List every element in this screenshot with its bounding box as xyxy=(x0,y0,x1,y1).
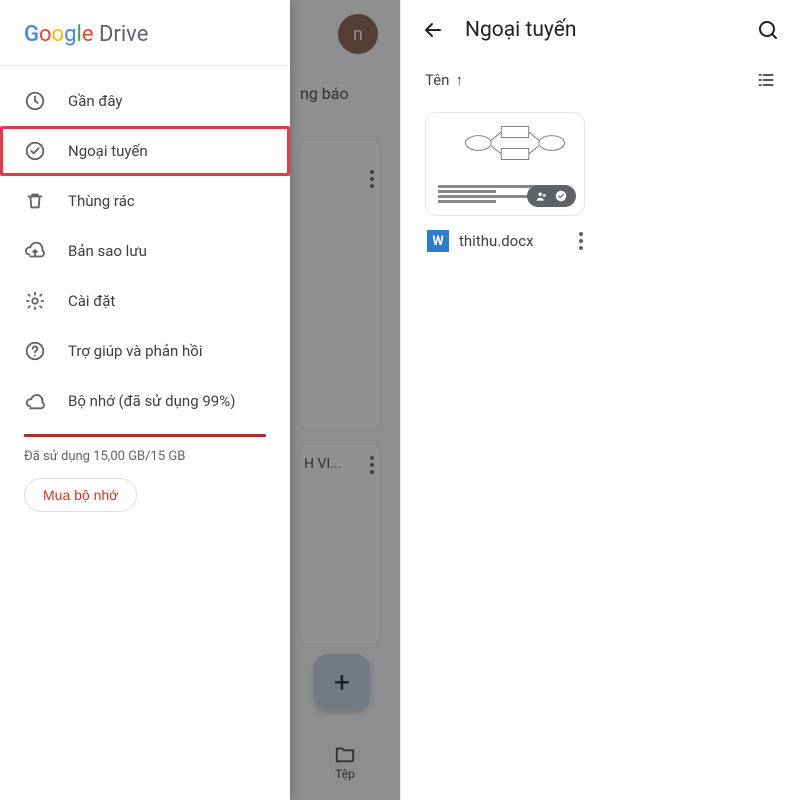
storage-bar xyxy=(24,434,266,437)
file-grid: W thithu.docx xyxy=(401,104,800,260)
background-file-label: H VI... xyxy=(304,456,341,472)
drawer-item-label: Gần đây xyxy=(68,92,123,110)
clock-icon xyxy=(24,90,46,112)
drawer-item-label: Thùng rác xyxy=(68,192,135,210)
partial-label-notifications: ng báo xyxy=(300,84,349,103)
folder-icon xyxy=(334,743,356,765)
navigation-drawer: Google Drive Gần đây Ngoại tuyến Thùng r… xyxy=(0,0,290,800)
file-thumbnail xyxy=(425,112,585,216)
more-icon[interactable] xyxy=(370,456,374,474)
fab-add-button[interactable]: + xyxy=(314,654,370,710)
back-icon[interactable] xyxy=(421,18,445,42)
offline-check-icon xyxy=(554,189,568,203)
background-file-card[interactable] xyxy=(300,444,380,644)
app-bar: Ngoại tuyến xyxy=(401,0,800,60)
drawer-item-label: Trợ giúp và phản hồi xyxy=(68,342,202,360)
drawer-item-offline[interactable]: Ngoại tuyến xyxy=(0,126,290,176)
search-icon[interactable] xyxy=(756,18,780,42)
avatar[interactable]: n xyxy=(338,14,378,54)
gear-icon xyxy=(24,290,46,312)
more-icon[interactable] xyxy=(370,170,374,188)
drawer-item-trash[interactable]: Thùng rác xyxy=(0,176,290,226)
drawer-item-label: Ngoại tuyến xyxy=(68,142,148,160)
offline-icon xyxy=(24,140,46,162)
file-name: thithu.docx xyxy=(459,232,569,250)
shared-icon xyxy=(535,189,549,203)
bottom-nav-files[interactable]: Tệp xyxy=(300,734,390,790)
drawer-item-label: Bản sao lưu xyxy=(68,242,147,260)
sort-label: Tên xyxy=(425,71,449,89)
backup-icon xyxy=(24,240,46,262)
sort-row: Tên ↑ xyxy=(401,60,800,104)
buy-storage-button[interactable]: Mua bộ nhớ xyxy=(24,478,137,512)
offline-screen: Ngoại tuyến Tên ↑ xyxy=(400,0,800,800)
file-tile[interactable]: W thithu.docx xyxy=(425,112,585,252)
page-title: Ngoại tuyến xyxy=(465,18,736,42)
more-icon[interactable] xyxy=(579,232,583,250)
drawer-item-recent[interactable]: Gần đây xyxy=(0,76,290,126)
drawer-item-storage[interactable]: Bộ nhớ (đã sử dụng 99%) xyxy=(0,376,290,426)
help-icon xyxy=(24,340,46,362)
drawer-items: Gần đây Ngoại tuyến Thùng rác Bản sao lư… xyxy=(0,66,290,512)
drawer-item-settings[interactable]: Cài đặt xyxy=(0,276,290,326)
left-panel: n ng báo H VI... + Tệp Google Drive Gần … xyxy=(0,0,400,800)
drawer-item-backup[interactable]: Bản sao lưu xyxy=(0,226,290,276)
trash-icon xyxy=(24,190,46,212)
sort-direction: ↑ xyxy=(455,71,463,89)
storage-usage-text: Đã sử dụng 15,00 GB/15 GB xyxy=(0,449,290,478)
word-file-icon: W xyxy=(427,230,449,252)
cloud-icon xyxy=(24,390,46,412)
background-file-card[interactable] xyxy=(300,140,380,430)
diagram-icon xyxy=(460,123,570,163)
app-logo: Google Drive xyxy=(0,0,290,66)
drawer-item-label: Cài đặt xyxy=(68,292,115,310)
sort-button[interactable]: Tên ↑ xyxy=(425,71,463,89)
list-view-icon[interactable] xyxy=(756,70,776,90)
drawer-item-label: Bộ nhớ (đã sử dụng 99%) xyxy=(68,392,235,410)
bottom-nav-label: Tệp xyxy=(335,767,355,781)
offline-shared-badge xyxy=(527,185,576,207)
drawer-item-help[interactable]: Trợ giúp và phản hồi xyxy=(0,326,290,376)
